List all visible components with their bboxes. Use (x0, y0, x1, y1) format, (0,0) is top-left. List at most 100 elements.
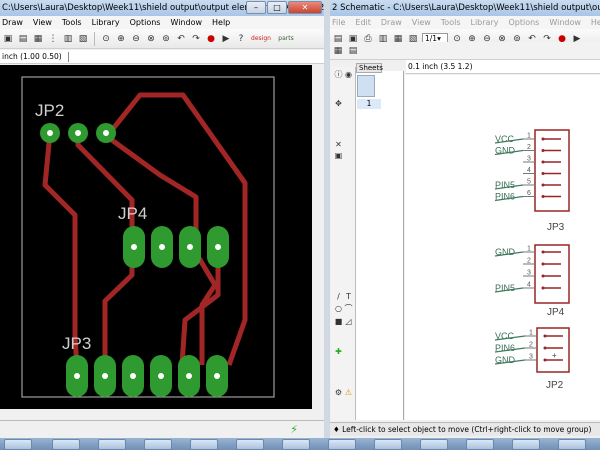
pin-dot (541, 160, 545, 164)
menu-help[interactable]: Help (212, 16, 230, 29)
menu-view[interactable]: View (412, 16, 431, 29)
menu-file[interactable]: File (332, 16, 345, 29)
warning-icon[interactable]: ⚠ (344, 388, 353, 397)
text-icon[interactable]: T (344, 292, 353, 301)
menu-window[interactable]: Window (549, 16, 581, 29)
taskbar-button[interactable] (98, 439, 126, 450)
layers-icon[interactable]: ▤ (347, 45, 359, 57)
move-icon[interactable]: ✥ (334, 99, 343, 108)
design-link-icon[interactable]: design (250, 33, 272, 45)
drill-hole (214, 373, 220, 379)
layers-icon[interactable]: ▤ (17, 33, 29, 45)
pin-dot (541, 183, 545, 187)
zoom-out-icon[interactable]: ⊖ (130, 33, 142, 45)
menu-options[interactable]: Options (508, 16, 539, 29)
schematic-coordinate-readout: 0.1 inch (3.5 1.2) (408, 62, 473, 71)
sheet-number[interactable]: 1 (357, 99, 381, 109)
ulp-icon[interactable]: ▧ (77, 33, 89, 45)
pin-number: 4 (527, 282, 531, 289)
board-icon[interactable]: ▣ (2, 33, 14, 45)
menu-window[interactable]: Window (170, 16, 202, 29)
schematic-drawing: JP3 1VCC2GND345PIN56PIN6 JP4 1GND234PIN5… (494, 129, 570, 391)
connector-outline (536, 327, 570, 373)
info-icon[interactable]: ⓘ (334, 70, 343, 79)
sheets-tab[interactable]: Sheets (356, 63, 383, 73)
polygon-icon[interactable]: ◿ (344, 317, 353, 326)
schematic-menu-bar: File Edit Draw View Tools Library Option… (330, 16, 600, 29)
board-title-bar: C:\Users\Laura\Desktop\Week11\shield out… (0, 0, 324, 16)
add-icon[interactable]: ▣ (334, 151, 343, 160)
net-icon[interactable]: ✚ (334, 347, 343, 356)
wire-icon[interactable]: / (334, 292, 343, 301)
board-window: C:\Users\Laura\Desktop\Week11\shield out… (0, 0, 324, 438)
taskbar-button[interactable] (282, 439, 310, 450)
parts-icon[interactable]: parts (275, 33, 297, 45)
jp2-connector: JP2 + 1VCC2PIN63GND (494, 327, 570, 391)
redraw-icon[interactable]: ⊚ (160, 33, 172, 45)
jp2-label: JP2 (35, 101, 64, 120)
menu-edit[interactable]: Edit (355, 16, 371, 29)
menu-help[interactable]: Help (591, 16, 600, 29)
menu-options[interactable]: Options (130, 16, 161, 29)
pin-number: 1 (527, 133, 531, 140)
command-line-divider (68, 52, 70, 62)
taskbar-button[interactable] (512, 439, 540, 450)
pin-number: 2 (527, 144, 531, 151)
menu-draw[interactable]: Draw (381, 16, 402, 29)
drill-hole (131, 244, 137, 250)
maximize-button[interactable]: □ (267, 1, 287, 14)
menu-library[interactable]: Library (471, 16, 499, 29)
taskbar-button[interactable] (420, 439, 448, 450)
minimize-button[interactable]: – (246, 1, 266, 14)
schematic-canvas[interactable]: JP3 1 VCC 2 GND 3 4 5 PIN5 6 PIN6 JP4 1 GND 2 3 4 PIN5… (405, 75, 600, 420)
circle-icon[interactable]: ○ (334, 304, 343, 313)
zoom-fit-icon[interactable]: ⊙ (100, 33, 112, 45)
cam-icon[interactable]: ▥ (62, 33, 74, 45)
drill-hole (102, 373, 108, 379)
pin-number: 2 (529, 342, 533, 349)
zoom-in-icon[interactable]: ⊕ (115, 33, 127, 45)
menu-draw[interactable]: Draw (2, 16, 23, 29)
grid-icon[interactable]: ▦ (32, 33, 44, 45)
grid-icon[interactable]: ▦ (332, 45, 344, 57)
board-status-bar: ⚡ (0, 420, 324, 438)
taskbar-button[interactable] (190, 439, 218, 450)
pin-dot (541, 149, 545, 152)
eye-icon[interactable]: ◉ (344, 70, 353, 79)
taskbar-button[interactable] (52, 439, 80, 450)
close-button[interactable]: ✕ (288, 1, 322, 14)
taskbar-button[interactable] (558, 439, 586, 450)
redo-icon[interactable]: ↷ (190, 33, 202, 45)
sheet-thumbnail[interactable] (357, 75, 375, 97)
delete-icon[interactable]: ✕ (334, 140, 343, 149)
undo-icon[interactable]: ↶ (175, 33, 187, 45)
go-icon[interactable]: ▶ (220, 33, 232, 45)
connector-outline (534, 129, 570, 212)
rect-icon[interactable]: ■ (334, 317, 343, 326)
board-canvas[interactable]: JP2 JP4 JP3 (0, 65, 312, 409)
taskbar-button[interactable] (4, 439, 32, 450)
ratsnest-icon[interactable]: ⋮ (47, 33, 59, 45)
arc-icon[interactable]: ⌒ (344, 304, 353, 313)
jp4-connector: JP4 1GND234PIN5 (494, 244, 570, 318)
menu-tools[interactable]: Tools (441, 16, 461, 29)
drill-hole (187, 244, 193, 250)
taskbar-button[interactable] (466, 439, 494, 450)
windows-taskbar (0, 438, 600, 450)
taskbar-button[interactable] (328, 439, 356, 450)
pcb-layout: JP2 JP4 JP3 (21, 76, 275, 398)
pin-dot (541, 286, 545, 290)
menu-view[interactable]: View (33, 16, 52, 29)
erc-icon[interactable]: ⚙ (334, 388, 343, 397)
stop-icon[interactable]: ● (205, 33, 217, 45)
taskbar-button[interactable] (144, 439, 172, 450)
zoom-select-icon[interactable]: ⊗ (145, 33, 157, 45)
lightning-icon[interactable]: ⚡ (290, 423, 298, 436)
help-icon[interactable]: ? (235, 33, 247, 45)
taskbar-button[interactable] (374, 439, 402, 450)
menu-tools[interactable]: Tools (62, 16, 82, 29)
menu-library[interactable]: Library (92, 16, 120, 29)
drill-hole (74, 373, 80, 379)
pin-dot (543, 358, 547, 362)
taskbar-button[interactable] (236, 439, 264, 450)
